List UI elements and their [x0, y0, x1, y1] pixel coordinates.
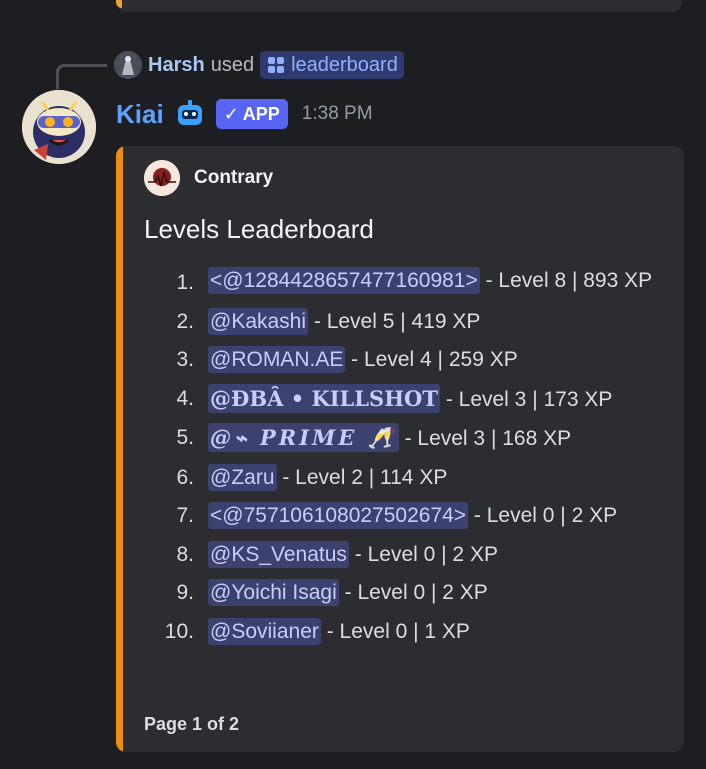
level-stats: - Level 8 | 893 XP	[479, 269, 653, 292]
command-reference[interactable]: Harsh used leaderboard	[114, 50, 404, 80]
user-mention[interactable]: @Yoichi Isagi	[208, 579, 339, 606]
list-item-body: @ĐBÂ • KILLSHOT - Level 3 | 173 XP	[194, 380, 664, 420]
bot-username[interactable]: Kiai	[116, 99, 164, 130]
embed-author: Contrary	[144, 160, 273, 196]
embed-title: Levels Leaderboard	[144, 214, 374, 244]
reply-spine	[56, 64, 107, 89]
list-item: 4. @ĐBÂ • KILLSHOT - Level 3 | 173 XP	[144, 380, 664, 420]
level-stats: - Level 2 | 114 XP	[276, 465, 448, 489]
level-stats: - Level 0 | 2 XP	[348, 542, 498, 566]
user-mention[interactable]: <@1284428657477160981>	[208, 267, 480, 294]
list-item-body: @ROMAN.AE - Level 4 | 259 XP	[194, 341, 664, 380]
user-mention[interactable]: @⌁ PRIME 🥂	[208, 423, 399, 452]
list-item-body: <@757106108027502674> - Level 0 | 2 XP	[194, 497, 664, 536]
list-item-body: <@1284428657477160981> - Level 8 | 893 X…	[194, 264, 664, 303]
list-item: 7. <@757106108027502674> - Level 0 | 2 X…	[144, 497, 664, 536]
app-command-icon	[268, 57, 285, 73]
rank-number: 2.	[176, 309, 194, 333]
level-stats: - Level 3 | 173 XP	[439, 387, 613, 411]
list-item: 3. @ROMAN.AE - Level 4 | 259 XP	[144, 341, 664, 380]
list-item-body: @Yoichi Isagi - Level 0 | 2 XP	[194, 574, 664, 613]
app-badge: ✓ APP	[215, 99, 288, 129]
list-item: 2. @Kakashi - Level 5 | 419 XP	[144, 303, 664, 342]
user-mention[interactable]: @ĐBÂ • KILLSHOT	[208, 383, 440, 413]
rank-number: 4.	[176, 386, 194, 410]
user-mention[interactable]: @Zaru	[208, 463, 277, 491]
checkmark-icon: ✓	[223, 103, 239, 124]
rank-number: 8.	[176, 542, 194, 566]
message-timestamp[interactable]: 1:38 PM	[302, 103, 373, 125]
level-stats: - Level 4 | 259 XP	[345, 348, 518, 371]
list-item: 9. @Yoichi Isagi - Level 0 | 2 XP	[144, 574, 664, 613]
embed-footer: Page 1 of 2	[144, 714, 240, 734]
list-item-body: @Soviianer - Level 0 | 1 XP	[194, 613, 664, 652]
app-badge-label: APP	[242, 103, 280, 124]
discord-chat: Harsh used leaderboard Kiai ✓ APP 1:38 P…	[0, 0, 706, 769]
message-header: Kiai ✓ APP 1:38 PM	[116, 96, 373, 132]
user-mention[interactable]: @ROMAN.AE	[208, 346, 346, 373]
list-item-body: @Zaru - Level 2 | 114 XP	[194, 459, 664, 498]
list-item-body: @KS_Venatus - Level 0 | 2 XP	[194, 536, 664, 575]
robot-emoji-icon	[177, 100, 202, 125]
command-name: leaderboard	[291, 53, 398, 76]
reply-username[interactable]: Harsh	[148, 54, 205, 77]
embed-author-name: Contrary	[194, 167, 274, 188]
user-mention[interactable]: @KS_Venatus	[208, 540, 349, 568]
user-mention[interactable]: @Soviianer	[208, 617, 321, 645]
rank-number: 7.	[176, 504, 194, 527]
user-mention[interactable]: @Kakashi	[208, 307, 309, 335]
harsh-avatar[interactable]	[114, 51, 142, 79]
level-stats: - Level 3 | 168 XP	[398, 427, 572, 450]
list-item: 8. @KS_Venatus - Level 0 | 2 XP	[144, 536, 664, 575]
level-stats: - Level 0 | 2 XP	[338, 581, 488, 604]
embed-accent-bar	[116, 146, 123, 752]
author-avatar	[144, 160, 180, 196]
level-stats: - Level 0 | 1 XP	[320, 619, 470, 643]
list-item-body: @⌁ PRIME 🥂 - Level 3 | 168 XP	[194, 419, 664, 459]
list-item: 6. @Zaru - Level 2 | 114 XP	[144, 459, 664, 498]
rank-number: 10.	[164, 619, 194, 643]
user-mention[interactable]: <@757106108027502674>	[208, 502, 469, 529]
list-item-body: @Kakashi - Level 5 | 419 XP	[194, 303, 664, 342]
leaderboard-embed: Contrary Levels Leaderboard 1. <@1284428…	[116, 146, 684, 752]
rank-number: 5.	[176, 426, 194, 449]
reply-action: used	[210, 53, 255, 76]
rank-number: 6.	[176, 465, 194, 489]
list-item: 5. @⌁ PRIME 🥂 - Level 3 | 168 XP	[144, 419, 664, 459]
slash-command-chip[interactable]: leaderboard	[260, 51, 404, 79]
list-item: 10. @Soviianer - Level 0 | 1 XP	[144, 613, 664, 652]
rank-number: 3.	[176, 348, 194, 371]
bot-avatar[interactable]	[22, 90, 96, 164]
previous-embed	[116, 0, 682, 12]
level-stats: - Level 0 | 2 XP	[468, 504, 618, 527]
rank-number: 1.	[176, 271, 194, 294]
leaderboard-list: 1. <@1284428657477160981> - Level 8 | 89…	[144, 264, 664, 651]
list-item: 1. <@1284428657477160981> - Level 8 | 89…	[144, 264, 664, 303]
rank-number: 9.	[176, 581, 194, 604]
level-stats: - Level 5 | 419 XP	[308, 309, 481, 333]
list-item-text: <@1284428657477160981> - Level 8 | 893 X…	[208, 264, 664, 297]
